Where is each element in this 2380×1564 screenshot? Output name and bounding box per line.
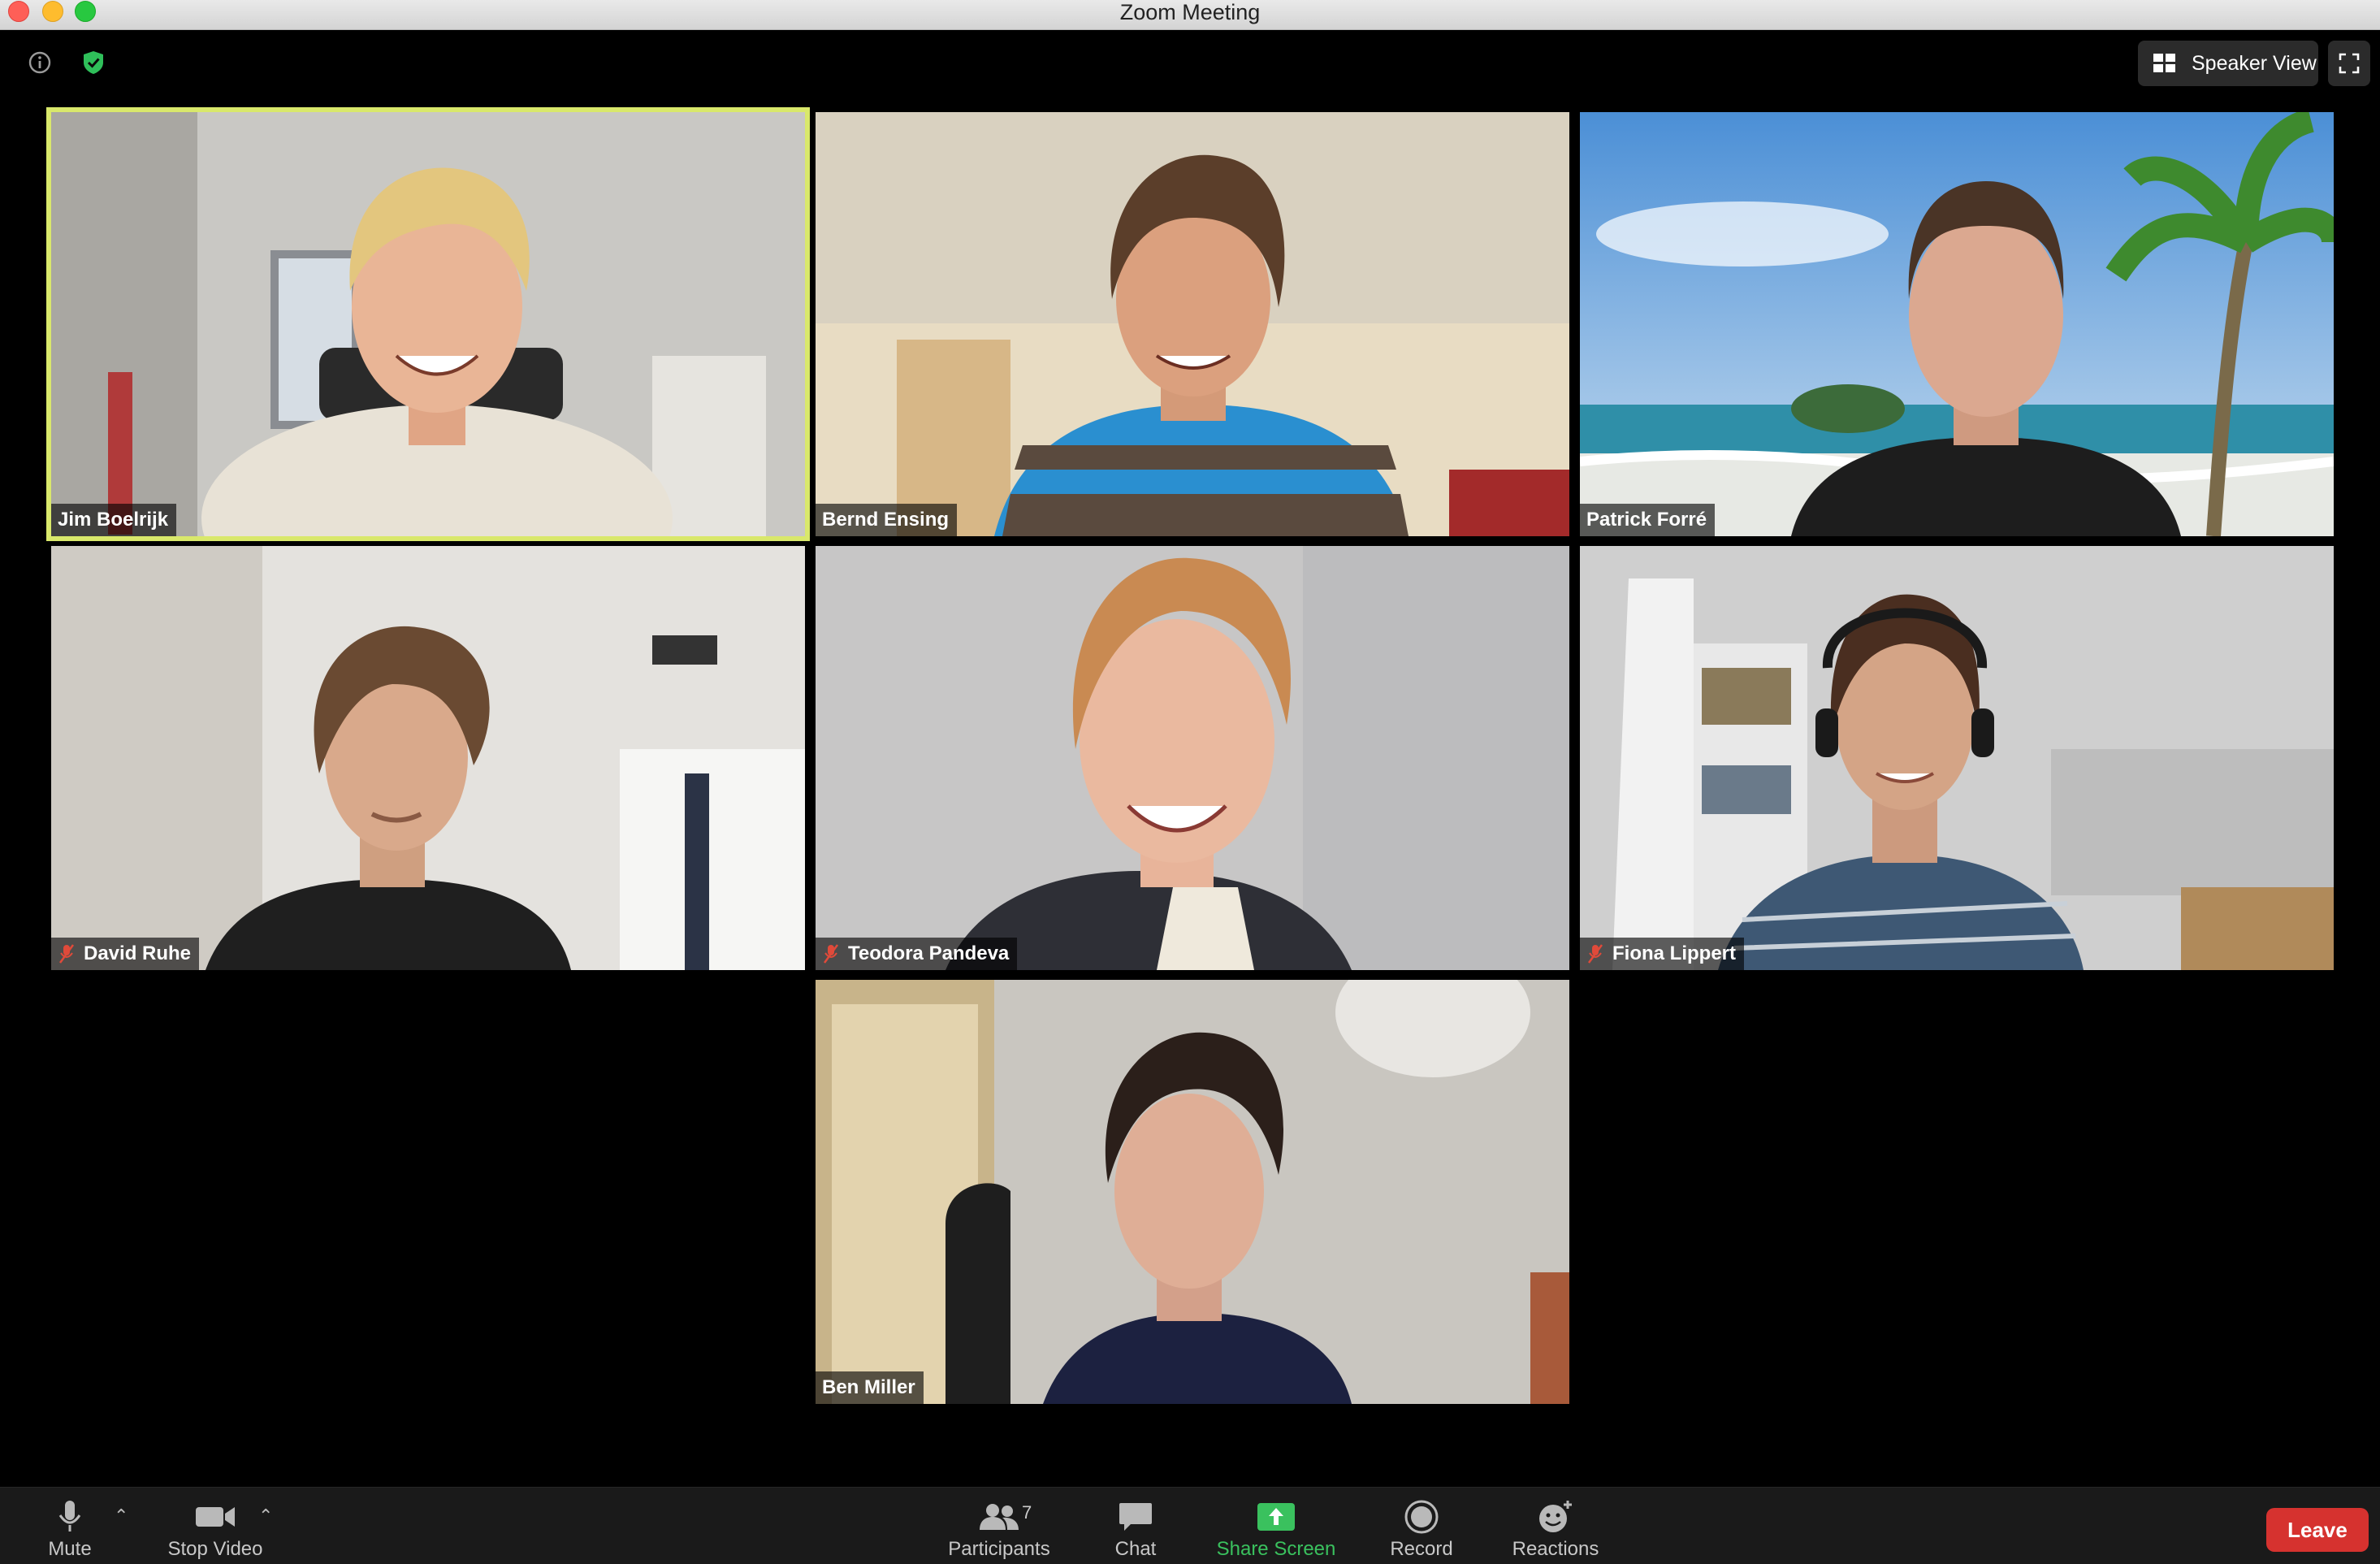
gallery-grid-icon: [2153, 54, 2175, 72]
video-tile-patrick-forre[interactable]: Patrick Forré: [1580, 112, 2334, 536]
participant-video-feed: [1580, 112, 2334, 536]
participants-button[interactable]: Participants: [934, 1488, 1064, 1564]
record-icon: [1404, 1500, 1439, 1534]
meeting-toolbar: Mute ⌃ Stop Video ⌃ Participants 7 Chat …: [0, 1487, 2380, 1564]
participant-name: Ben Miller: [822, 1376, 915, 1398]
microphone-icon: [58, 1501, 81, 1532]
participant-name-tag: David Ruhe: [51, 938, 200, 970]
speaker-view-button[interactable]: Speaker View: [2138, 41, 2318, 86]
participants-icon: [980, 1504, 1019, 1530]
participant-video-feed: [816, 980, 1569, 1404]
participant-name: Jim Boelrijk: [58, 509, 169, 531]
record-label: Record: [1390, 1538, 1453, 1560]
audio-options-chevron-up-icon[interactable]: ⌃: [114, 1506, 128, 1527]
participant-video-feed: [51, 546, 805, 970]
reactions-button[interactable]: Reactions: [1503, 1488, 1608, 1564]
speaker-view-label: Speaker View: [2192, 51, 2317, 75]
share-screen-icon: [1257, 1503, 1295, 1531]
participant-name: Patrick Forré: [1586, 509, 1707, 531]
fullscreen-icon: [2339, 53, 2360, 74]
mute-button[interactable]: Mute: [31, 1488, 109, 1564]
chat-label: Chat: [1114, 1538, 1157, 1560]
fullscreen-button[interactable]: [2328, 41, 2370, 86]
video-tile-fiona-lippert[interactable]: Fiona Lippert: [1580, 546, 2334, 970]
video-tile-jim-boelrijk[interactable]: Jim Boelrijk: [46, 107, 810, 541]
participant-video-feed: [816, 546, 1569, 970]
mute-label: Mute: [48, 1538, 92, 1560]
smiley-plus-icon: [1539, 1501, 1572, 1532]
participant-name-tag: Fiona Lippert: [1580, 938, 1744, 970]
participants-count: 7: [1022, 1502, 1032, 1523]
muted-microphone-icon: [823, 944, 839, 964]
participant-name: David Ruhe: [84, 942, 192, 964]
participant-video-feed: [51, 112, 805, 536]
share-screen-button[interactable]: Share Screen: [1207, 1488, 1345, 1564]
participant-name: Teodora Pandeva: [848, 942, 1010, 964]
record-button[interactable]: Record: [1381, 1488, 1462, 1564]
muted-microphone-icon: [1587, 944, 1603, 964]
participant-video-feed: [816, 112, 1569, 536]
info-icon[interactable]: [24, 47, 55, 78]
video-tile-bernd-ensing[interactable]: Bernd Ensing: [816, 112, 1569, 536]
share-screen-label: Share Screen: [1216, 1538, 1336, 1560]
video-tile-teodora-pandeva[interactable]: Teodora Pandeva: [816, 546, 1569, 970]
stop-video-label: Stop Video: [167, 1538, 263, 1560]
participant-name: Fiona Lippert: [1612, 942, 1736, 964]
participant-name-tag: Teodora Pandeva: [816, 938, 1018, 970]
participant-video-feed: [1580, 546, 2334, 970]
muted-microphone-icon: [58, 944, 75, 964]
participant-name-tag: Jim Boelrijk: [51, 504, 177, 536]
participant-name: Bernd Ensing: [822, 509, 950, 531]
chat-button[interactable]: Chat: [1097, 1488, 1175, 1564]
video-camera-icon: [196, 1507, 235, 1527]
video-tile-david-ruhe[interactable]: David Ruhe: [51, 546, 805, 970]
video-tile-ben-miller[interactable]: Ben Miller: [816, 980, 1569, 1404]
shield-check-icon[interactable]: [78, 47, 109, 78]
participant-name-tag: Patrick Forré: [1580, 504, 1716, 536]
window-title: Zoom Meeting: [1119, 0, 1261, 24]
window-title-bar: Zoom Meeting: [0, 0, 2380, 30]
participants-label: Participants: [948, 1538, 1050, 1560]
participant-name-tag: Bernd Ensing: [816, 504, 958, 536]
reactions-label: Reactions: [1512, 1538, 1599, 1560]
participant-name-tag: Ben Miller: [816, 1371, 924, 1404]
leave-meeting-button[interactable]: Leave: [2266, 1508, 2369, 1552]
video-options-chevron-up-icon[interactable]: ⌃: [258, 1506, 273, 1527]
chat-bubble-icon: [1119, 1503, 1152, 1531]
